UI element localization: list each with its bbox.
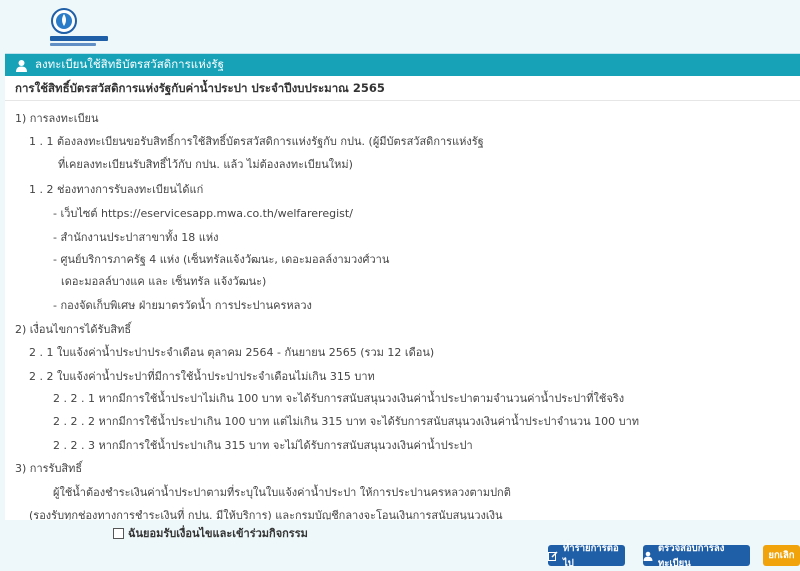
- panel-title: ลงทะเบียนใช้สิทธิบัตรสวัสดิการแห่งรัฐ: [35, 57, 224, 71]
- top-bar: [0, 0, 800, 50]
- item-2-2-1: 2 . 2 . 1 หากมีการใช้น้ำประปาไม่เกิน 100…: [53, 392, 625, 405]
- registration-panel: ลงทะเบียนใช้สิทธิบัตรสวัสดิการแห่งรัฐ กา…: [5, 53, 800, 524]
- check-button-label: ตรวจสอบการลงทะเบียน: [658, 542, 725, 569]
- check-registration-button[interactable]: ตรวจสอบการลงทะเบียน: [643, 543, 750, 569]
- item-2-2-2: 2 . 2 . 2 หากมีการใช้น้ำประปาเกิน 100 บา…: [53, 415, 639, 428]
- edit-icon: [548, 550, 558, 561]
- cancel-button-label: ยกเลิก: [768, 550, 795, 561]
- section-conditions: 2) เงื่อนไขการได้รับสิทธิ์: [15, 323, 132, 336]
- cancel-button[interactable]: ยกเลิก: [763, 545, 800, 566]
- item-1-2: 1 . 2 ช่องทางการรับลงทะเบียนได้แก่: [29, 183, 204, 196]
- channel-branches: - สำนักงานประปาสาขาทั้ง 18 แห่ง: [53, 231, 219, 244]
- user-icon: [643, 551, 653, 561]
- user-icon: [15, 59, 29, 72]
- channel-special-collection: - กองจัดเก็บพิเศษ ฝ่ายมาตรวัดน้ำ การประป…: [53, 299, 312, 312]
- next-button-label: ทำรายการต่อไป: [563, 542, 619, 569]
- page-subtitle: การใช้สิทธิ์บัตรสวัสดิการแห่งรัฐกับค่าน้…: [5, 76, 800, 101]
- next-button[interactable]: ทำรายการต่อไป: [548, 543, 625, 569]
- item-1-1-line2: ที่เคยลงทะเบียนรับสิทธิ์ไว้กับ กปน. แล้ว…: [58, 158, 353, 171]
- channel-website: - เว็บไซต์ https://eservicesapp.mwa.co.t…: [53, 207, 353, 220]
- channel-service-center-line1: - ศูนย์บริการภาครัฐ 4 แห่ง (เซ็นทรัลแจ้ง…: [53, 253, 390, 266]
- channel-service-center-line2: เดอะมอลล์บางแค และ เซ็นทรัล แจ้งวัฒนะ): [61, 275, 267, 288]
- item-1-1-line1: 1 . 1 ต้องลงทะเบียนขอรับสิทธิ์การใช้สิทธ…: [29, 135, 484, 148]
- agree-text: ฉันยอมรับเงื่อนไขและเข้าร่วมกิจกรรม: [128, 527, 308, 540]
- section-receive: 3) การรับสิทธิ์: [15, 462, 83, 475]
- item-2-1: 2 . 1 ใบแจ้งค่าน้ำประปาประจำเดือน ตุลาคม…: [29, 346, 435, 359]
- agree-checkbox-label[interactable]: ฉันยอมรับเงื่อนไขและเข้าร่วมกิจกรรม: [113, 524, 308, 542]
- footer-bar: ฉันยอมรับเงื่อนไขและเข้าร่วมกิจกรรม ทำรา…: [0, 520, 800, 569]
- item-2-2: 2 . 2 ใบแจ้งค่าน้ำประปาที่มีการใช้น้ำประ…: [29, 370, 375, 383]
- item-2-2-3: 2 . 2 . 3 หากมีการใช้น้ำประปาเกิน 315 บา…: [53, 439, 473, 452]
- agree-checkbox[interactable]: [113, 527, 124, 539]
- section-registration: 1) การลงทะเบียน: [15, 112, 99, 125]
- panel-header: ลงทะเบียนใช้สิทธิบัตรสวัสดิการแห่งรัฐ: [5, 54, 800, 76]
- mwa-logo[interactable]: [48, 6, 110, 50]
- receive-line1: ผู้ใช้น้ำต้องชำระเงินค่าน้ำประปาตามที่ระ…: [53, 486, 511, 499]
